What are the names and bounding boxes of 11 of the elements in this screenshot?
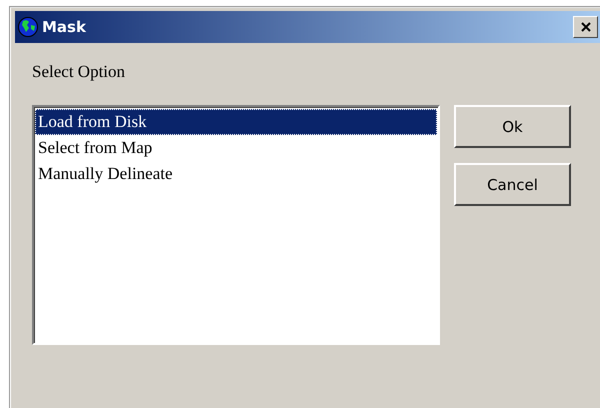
close-button[interactable] [573,16,598,38]
globe-icon [18,17,38,37]
window-title: Mask [42,18,86,36]
prompt-label: Select Option [32,62,126,82]
list-item[interactable]: Load from Disk [35,109,437,135]
ok-button[interactable]: Ok [454,105,571,148]
list-item[interactable]: Select from Map [35,135,437,161]
list-item[interactable]: Manually Delineate [35,161,437,187]
close-icon [580,21,592,33]
cancel-button[interactable]: Cancel [454,163,571,206]
option-list[interactable]: Load from Disk Select from Map Manually Delineate [32,105,440,345]
